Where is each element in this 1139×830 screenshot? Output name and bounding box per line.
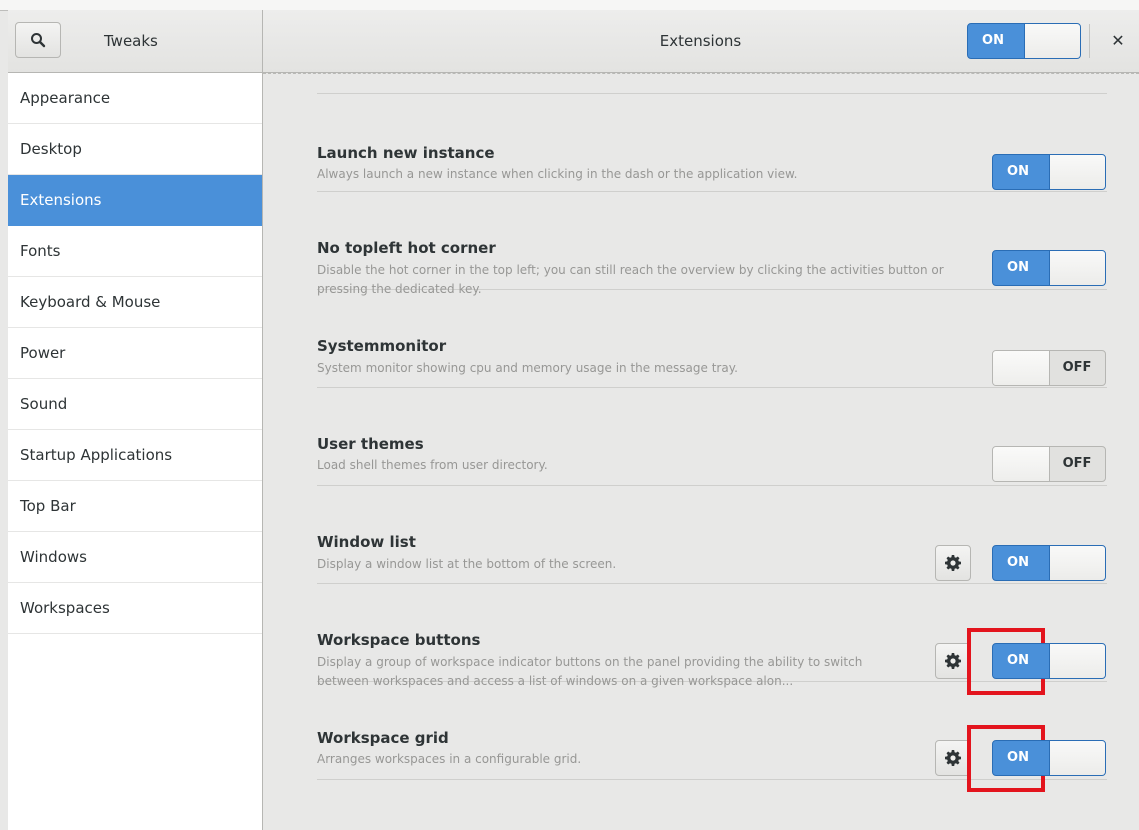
- toggle-knob[interactable]: [1049, 251, 1105, 285]
- extension-toggle[interactable]: ON: [992, 740, 1106, 776]
- window-edge: [0, 73, 8, 830]
- extension-name: Launch new instance: [317, 144, 495, 162]
- sidebar-item-top-bar[interactable]: Top Bar: [8, 481, 262, 532]
- extension-toggle[interactable]: ON: [992, 250, 1106, 286]
- sidebar: Appearance Desktop Extensions Fonts Keyboard…: [8, 73, 263, 830]
- toggle-knob[interactable]: [1049, 741, 1105, 775]
- extension-name: Systemmonitor: [317, 337, 447, 355]
- toggle-label: OFF: [1062, 360, 1092, 375]
- close-icon: ✕: [1111, 31, 1125, 50]
- extension-description: System monitor showing cpu and memory us…: [317, 361, 738, 375]
- toggle-label: ON: [1007, 164, 1029, 179]
- gear-icon: [945, 555, 961, 571]
- sidebar-item-sound[interactable]: Sound: [8, 379, 262, 430]
- toggle-label: ON: [1007, 555, 1029, 570]
- sidebar-item-fonts[interactable]: Fonts: [8, 226, 262, 277]
- extensions-master-switch[interactable]: ON: [967, 23, 1081, 59]
- toggle-knob[interactable]: [993, 447, 1050, 481]
- sidebar-item-keyboard-mouse[interactable]: Keyboard & Mouse: [8, 277, 262, 328]
- header-separator: [1089, 24, 1090, 58]
- extension-row: Move clock to left of status menu button…: [317, 73, 1107, 94]
- extension-row: Launch new instance Always launch a new i…: [317, 94, 1107, 192]
- extension-name: Workspace buttons: [317, 631, 481, 649]
- extensions-list: Move clock to left of status menu button…: [263, 73, 1139, 830]
- switch-label: ON: [982, 33, 1004, 48]
- toggle-knob[interactable]: [1049, 546, 1105, 580]
- extension-toggle[interactable]: OFF: [992, 446, 1106, 482]
- switch-knob[interactable]: [1024, 24, 1080, 58]
- extension-row: Systemmonitor System monitor showing cpu …: [317, 290, 1107, 388]
- search-icon: [31, 33, 46, 48]
- search-button[interactable]: [15, 22, 61, 58]
- sidebar-title: Tweaks: [104, 32, 158, 50]
- extension-row: No topleft hot corner Disable the hot cor…: [317, 192, 1107, 296]
- toggle-label: OFF: [1062, 456, 1092, 471]
- extension-toggle[interactable]: ON: [992, 643, 1106, 679]
- sidebar-item-appearance[interactable]: Appearance: [8, 73, 262, 124]
- extension-name: No topleft hot corner: [317, 239, 496, 257]
- toggle-knob[interactable]: [1049, 155, 1105, 189]
- extension-settings-button[interactable]: [935, 740, 971, 776]
- header-bar: Tweaks Extensions ON ✕: [8, 10, 1139, 73]
- extension-toggle[interactable]: OFF: [992, 350, 1106, 386]
- toggle-label: ON: [1007, 653, 1029, 668]
- extension-name: User themes: [317, 435, 424, 453]
- gear-icon: [945, 653, 961, 669]
- close-button[interactable]: ✕: [1106, 28, 1130, 54]
- toggle-label: ON: [1007, 260, 1029, 275]
- sidebar-item-workspaces[interactable]: Workspaces: [8, 583, 262, 634]
- sidebar-header: Tweaks: [8, 10, 263, 72]
- extension-row: Workspace grid Arranges workspaces in a c…: [317, 682, 1107, 792]
- extension-description: Load shell themes from user directory.: [317, 458, 548, 472]
- extension-settings-button[interactable]: [935, 643, 971, 679]
- toggle-knob[interactable]: [993, 351, 1050, 385]
- toggle-knob[interactable]: [1049, 644, 1105, 678]
- extension-row: User themes Load shell themes from user d…: [317, 388, 1107, 486]
- sidebar-item-windows[interactable]: Windows: [8, 532, 262, 583]
- extension-toggle[interactable]: ON: [992, 154, 1106, 190]
- gear-icon: [945, 750, 961, 766]
- extension-name: Window list: [317, 533, 416, 551]
- extension-settings-button[interactable]: [935, 545, 971, 581]
- sidebar-item-extensions[interactable]: Extensions: [8, 175, 262, 226]
- toggle-label: ON: [1007, 750, 1029, 765]
- extension-row: Workspace buttons Display a group of work…: [317, 584, 1107, 695]
- sidebar-item-desktop[interactable]: Desktop: [8, 124, 262, 175]
- extension-name: Workspace grid: [317, 729, 449, 747]
- extension-toggle[interactable]: ON: [992, 545, 1106, 581]
- sidebar-item-power[interactable]: Power: [8, 328, 262, 379]
- sidebar-item-startup-applications[interactable]: Startup Applications: [8, 430, 262, 481]
- extension-description: Display a window list at the bottom of t…: [317, 557, 617, 571]
- extension-row: Window list Display a window list at the …: [317, 486, 1107, 584]
- extension-description: Arranges workspaces in a configurable gr…: [317, 752, 582, 766]
- extension-description: Always launch a new instance when clicki…: [317, 167, 798, 181]
